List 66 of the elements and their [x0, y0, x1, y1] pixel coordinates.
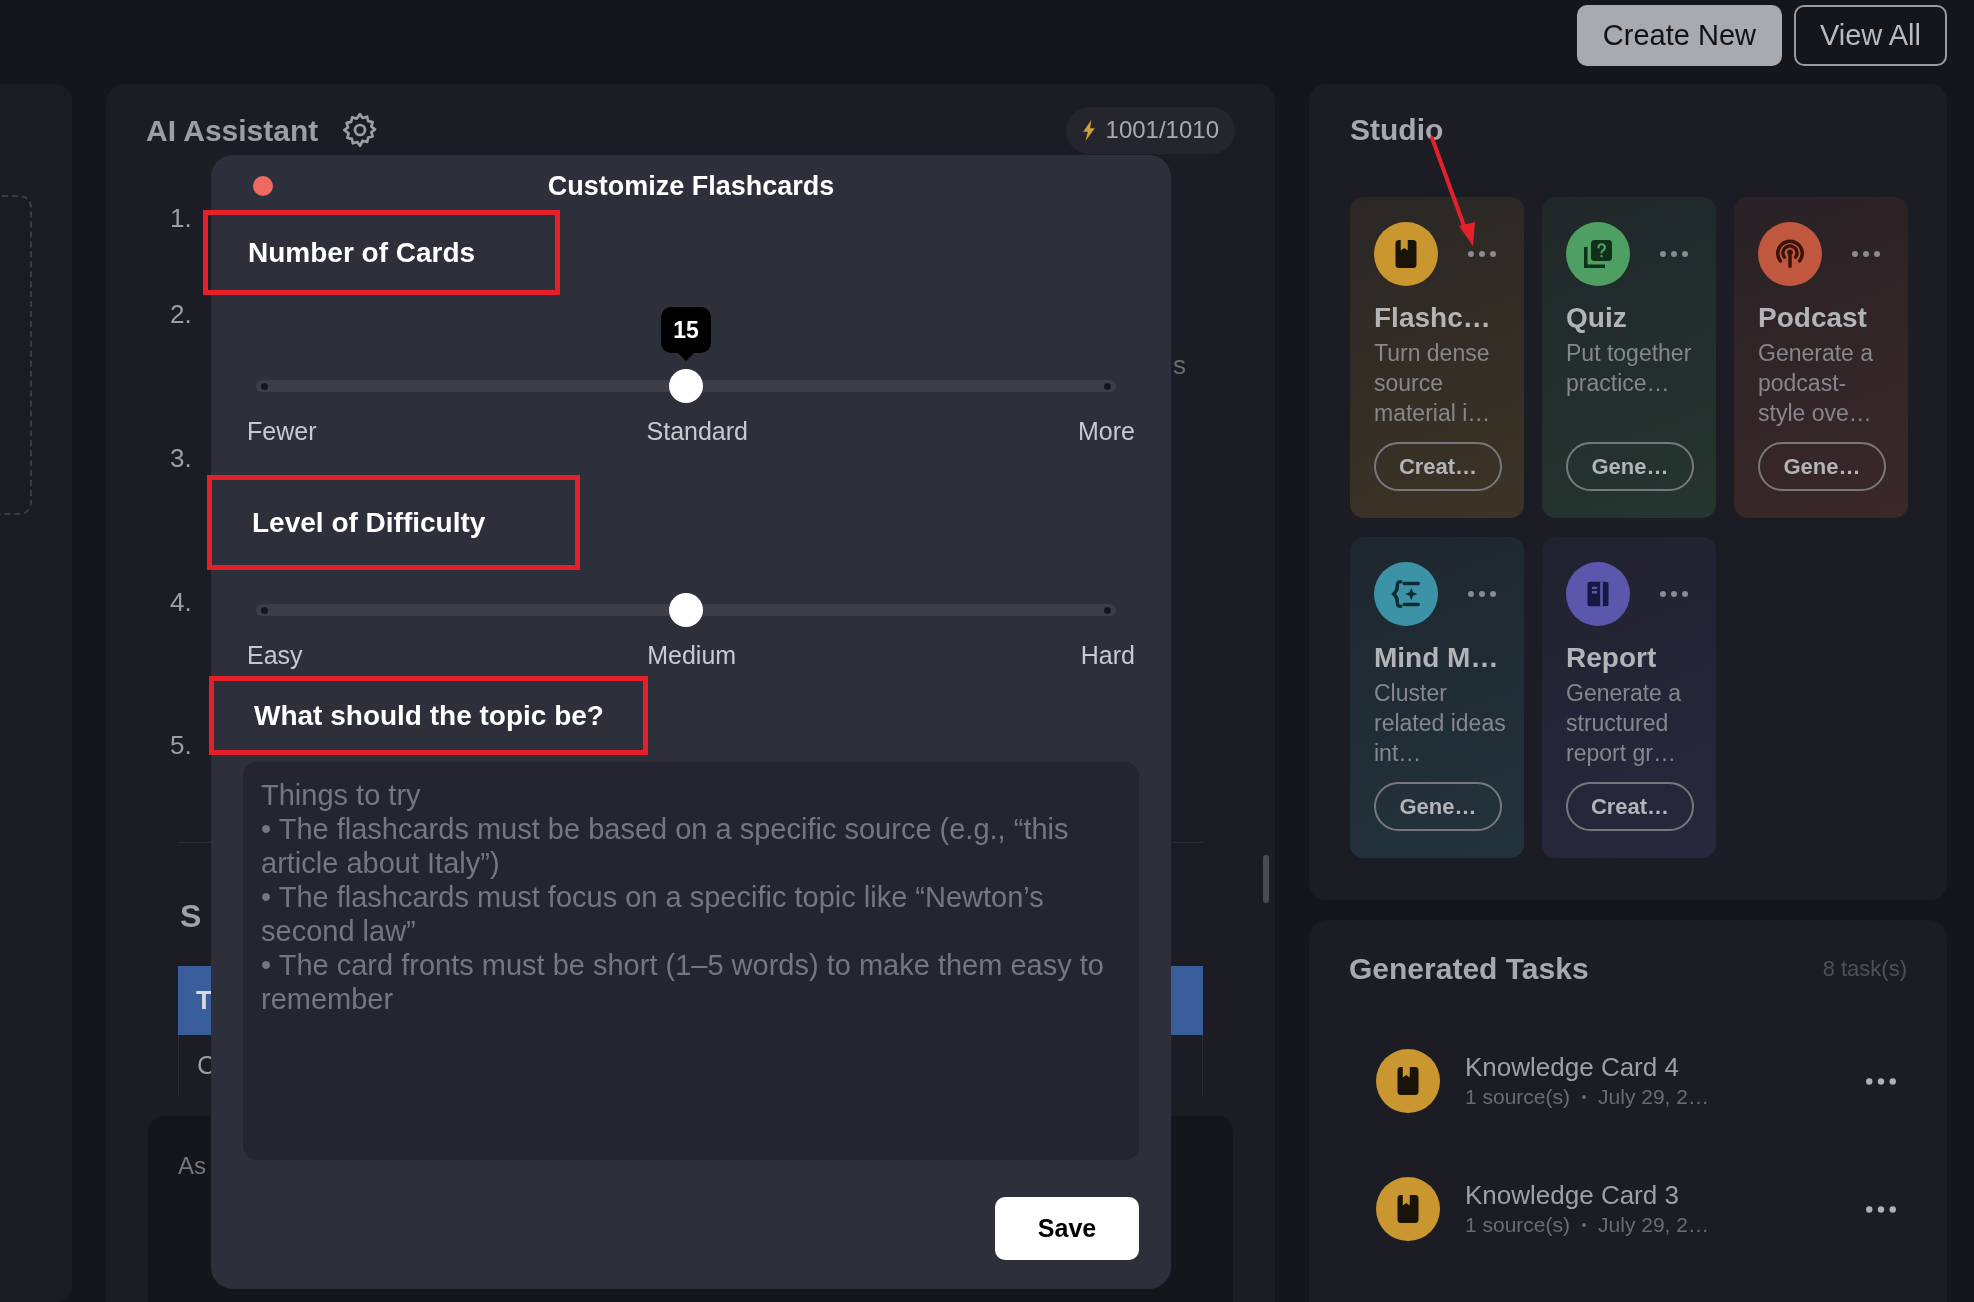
section-heading: S — [180, 898, 202, 934]
more-icon[interactable] — [1467, 590, 1497, 598]
tool-card[interactable]: Flashc… Turn dense source material i… Creat… — [1350, 197, 1524, 518]
create-new-button[interactable]: Create New — [1576, 5, 1782, 66]
step-number: 3. — [170, 443, 192, 473]
card-description: Generate a structured report gr… — [1566, 679, 1683, 768]
field-label: Number of Cards — [248, 235, 476, 270]
text-fragment: s — [1173, 349, 1186, 382]
slider-label: Hard — [1080, 640, 1135, 672]
task-sources: 1 source(s) — [1465, 1212, 1571, 1238]
card-title: Mind M… — [1374, 641, 1500, 675]
save-button[interactable]: Save — [995, 1197, 1139, 1260]
scrollbar[interactable] — [1263, 855, 1269, 903]
more-icon[interactable] — [1865, 1204, 1897, 1214]
step-number: 2. — [170, 299, 192, 329]
value-tooltip: 15 — [661, 307, 711, 361]
panel-title: Studio — [1350, 112, 1445, 148]
card-action-button[interactable]: Creat… — [1566, 782, 1694, 831]
close-button[interactable] — [253, 176, 273, 196]
card-description: Turn dense source material i… — [1374, 339, 1492, 428]
task-title: Knowledge Card 3 — [1465, 1179, 1680, 1211]
slider-label: Easy — [247, 640, 303, 672]
panel-title: AI Assistant — [146, 112, 319, 149]
tool-card[interactable]: Podcast Generate a podcast-style ove… Gene… — [1734, 197, 1908, 518]
lightning-icon — [1081, 119, 1096, 141]
card-title: Report — [1566, 641, 1658, 675]
tool-card[interactable]: Report Generate a structured report gr… Creat… — [1542, 537, 1716, 858]
view-all-button[interactable]: View All — [1793, 5, 1947, 66]
more-icon[interactable] — [1851, 250, 1881, 258]
task-sources: 1 source(s) — [1465, 1084, 1571, 1110]
tool-card[interactable]: Quiz Put together practice… Gene… — [1542, 197, 1716, 518]
card-description: Put together practice… — [1566, 339, 1693, 398]
card-action-button[interactable]: Gene… — [1374, 782, 1502, 831]
step-number: 4. — [170, 587, 192, 617]
step-number: 1. — [170, 203, 192, 233]
more-icon[interactable] — [1659, 250, 1689, 258]
slider-label: Fewer — [247, 416, 317, 448]
card-title: Podcast — [1758, 301, 1868, 335]
card-action-button[interactable]: Creat… — [1374, 442, 1502, 491]
field-label: What should the topic be? — [254, 698, 604, 733]
panel-title: Generated Tasks — [1349, 950, 1589, 987]
slider-thumb[interactable] — [669, 593, 703, 627]
task-date: July 29, 2… — [1598, 1212, 1709, 1238]
slider-label: Standard — [646, 416, 748, 448]
more-icon[interactable] — [1659, 590, 1689, 598]
credits-count: 1001/1010 — [1105, 115, 1219, 145]
slider[interactable] — [256, 369, 1116, 403]
task-date: July 29, 2… — [1598, 1084, 1709, 1110]
step-number: 5. — [170, 730, 192, 760]
card-title: Flashc… — [1374, 301, 1492, 335]
slider-label: More — [1078, 416, 1135, 448]
more-icon[interactable] — [1467, 250, 1497, 258]
slider[interactable] — [256, 593, 1116, 627]
dialog-title: Customize Flashcards — [547, 172, 835, 203]
card-description: Generate a podcast-style ove… — [1758, 339, 1875, 428]
card-action-button[interactable]: Gene… — [1566, 442, 1694, 491]
field-label: Level of Difficulty — [252, 505, 486, 540]
card-title: Quiz — [1566, 301, 1628, 335]
task-title: Knowledge Card 4 — [1465, 1051, 1680, 1083]
slider-thumb[interactable] — [669, 369, 703, 403]
more-icon[interactable] — [1865, 1076, 1897, 1086]
slider-label: Medium — [647, 640, 737, 672]
card-description: Cluster related ideas int… — [1374, 679, 1506, 768]
topic-input[interactable]: Things to try • The flashcards must be based on a specific source (e.g., “this article about Italy”) • The flashcards must focus on a specific topic like “Newton’s second law” • The card fronts must be short (1–5 words) to make them easy to remember — [243, 762, 1139, 1160]
tool-card[interactable]: Mind M… Cluster related ideas int… Gene… — [1350, 537, 1524, 858]
card-action-button[interactable]: Gene… — [1758, 442, 1886, 491]
